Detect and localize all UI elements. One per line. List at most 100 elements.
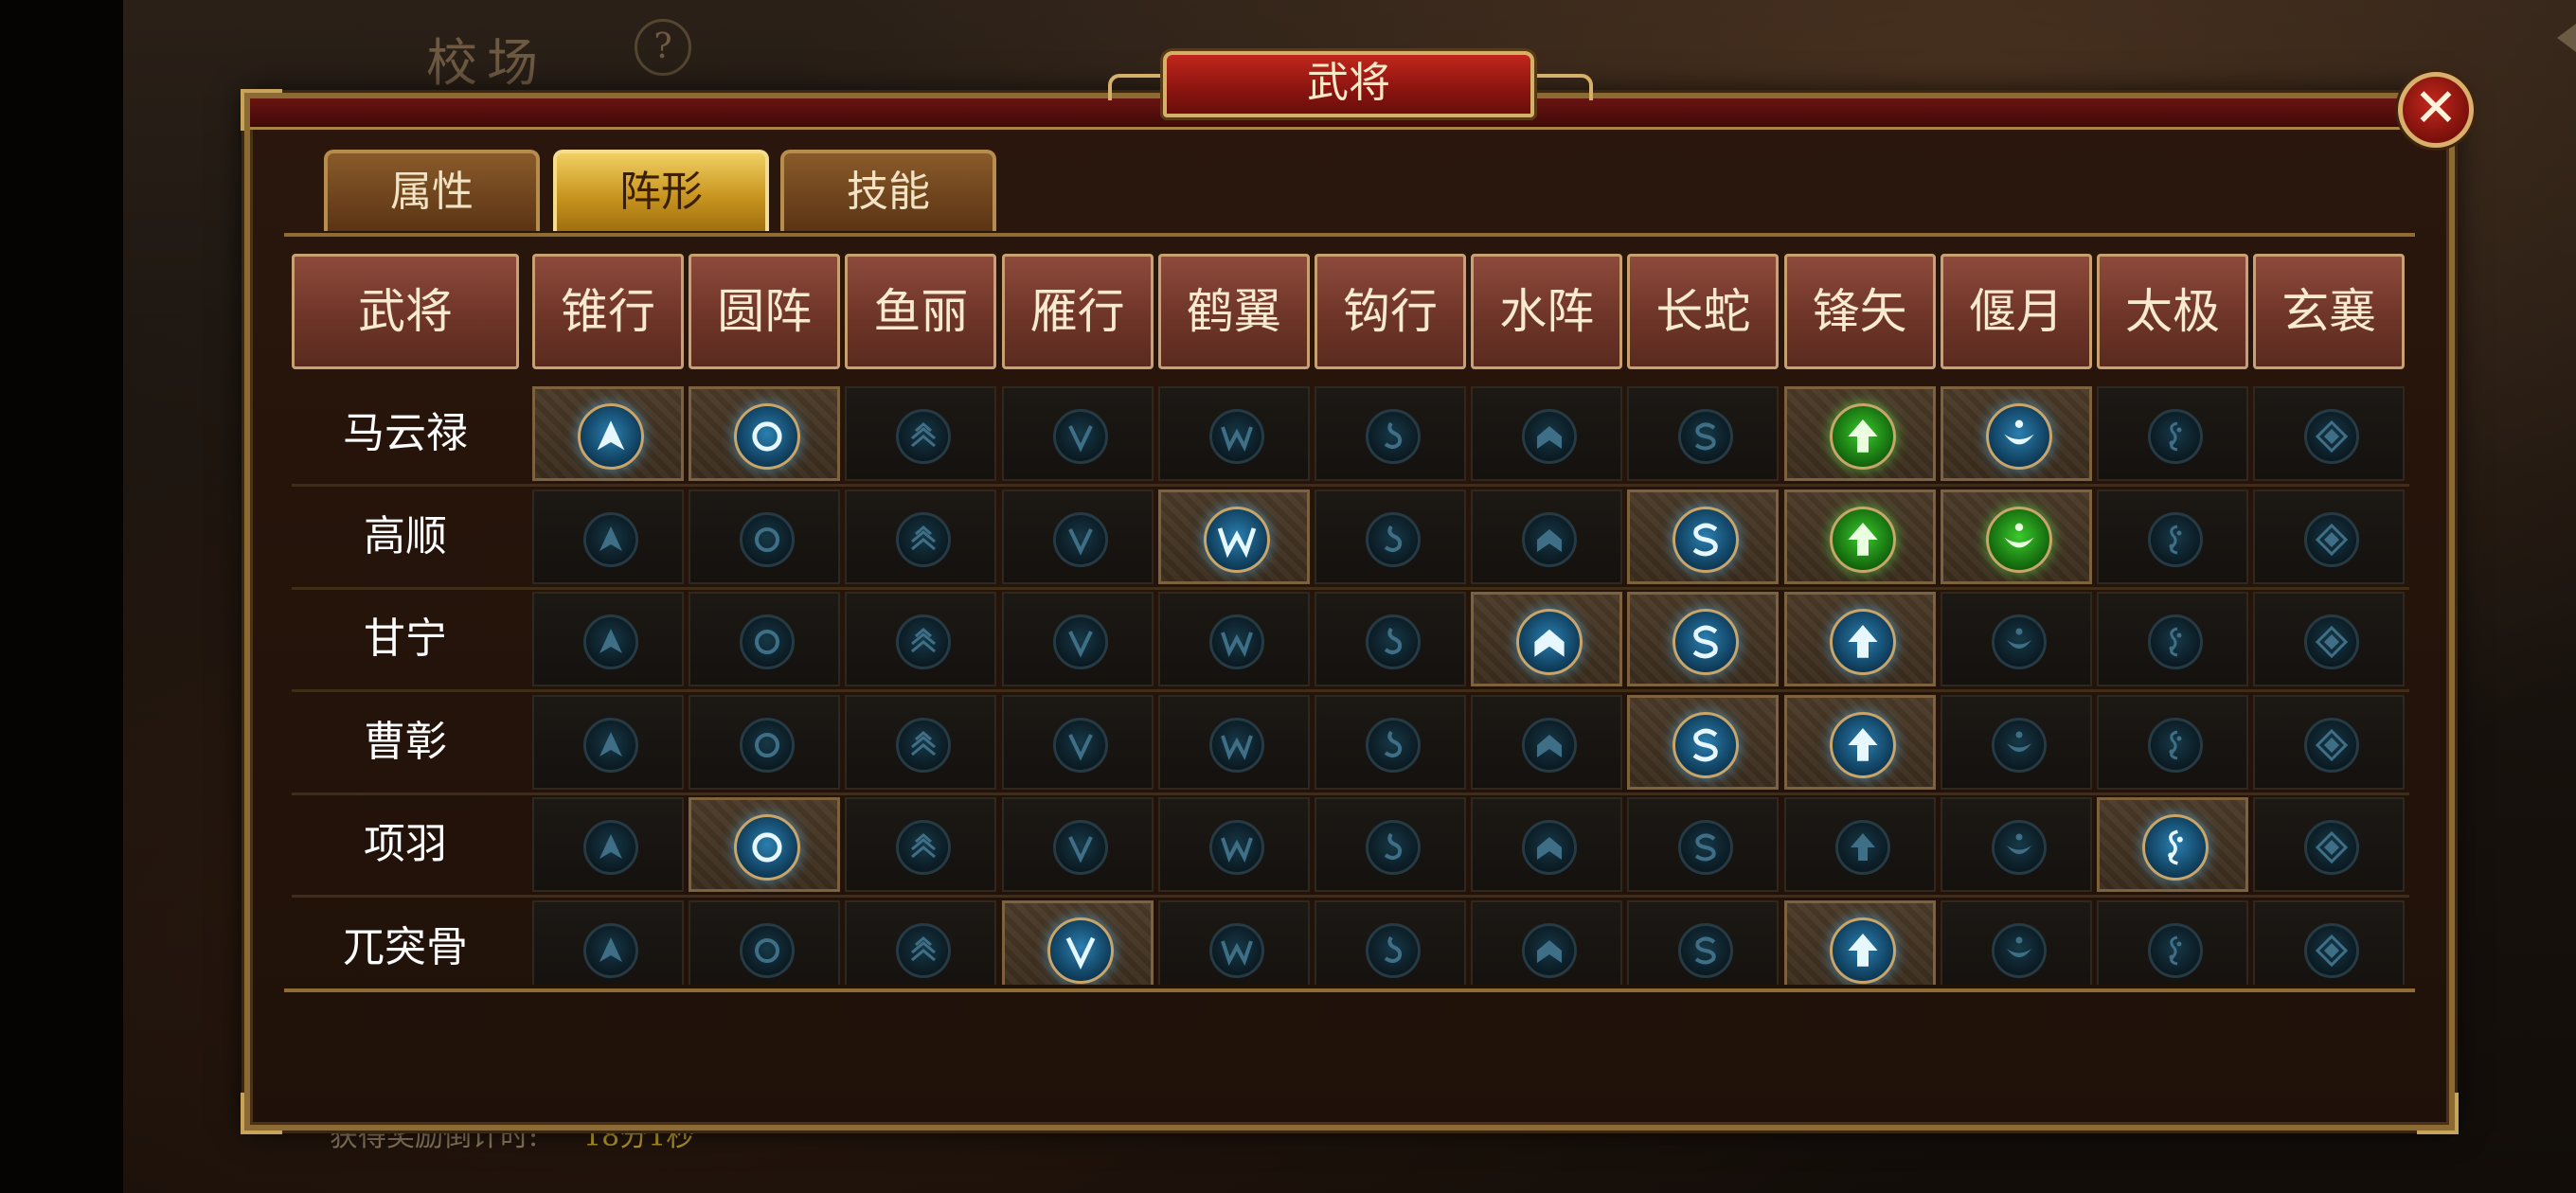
formation-cell[interactable]: [1157, 592, 1310, 686]
formation-cell[interactable]: [1940, 592, 2092, 686]
crescent-icon: [1991, 820, 2047, 875]
formation-cell[interactable]: [845, 386, 997, 481]
formation-cell[interactable]: [1783, 899, 1936, 985]
formation-cell[interactable]: [1783, 694, 1936, 790]
formation-cell[interactable]: [1471, 694, 1623, 790]
formation-cell[interactable]: [689, 592, 841, 686]
formation-cell[interactable]: [845, 592, 997, 686]
formation-cell[interactable]: [2097, 694, 2248, 790]
column-header-formation: 鹤翼: [1157, 254, 1310, 369]
formation-cell[interactable]: [532, 797, 684, 892]
formation-cell[interactable]: [532, 489, 684, 584]
general-row[interactable]: 曹彰: [292, 693, 2409, 792]
help-icon[interactable]: ?: [635, 19, 691, 76]
formation-cell[interactable]: [1940, 386, 2092, 481]
formation-cell[interactable]: [532, 592, 684, 686]
formation-cell[interactable]: [2097, 489, 2248, 584]
diamond-icon: [2304, 717, 2360, 773]
formation-cell[interactable]: [689, 899, 841, 985]
formation-cell[interactable]: [1157, 797, 1310, 892]
formation-cell[interactable]: [2097, 899, 2248, 985]
formation-cell[interactable]: [2097, 797, 2248, 892]
arrow-icon: [1834, 820, 1890, 875]
formation-cell[interactable]: [689, 797, 841, 892]
formation-cell[interactable]: [1315, 797, 1466, 892]
column-header-formation: 锥行: [532, 254, 684, 369]
formation-cell[interactable]: [2253, 489, 2406, 584]
formation-cell[interactable]: [689, 694, 841, 790]
formation-cell[interactable]: [845, 797, 997, 892]
formation-cell[interactable]: [1001, 489, 1154, 584]
formation-cell[interactable]: [1627, 489, 1780, 584]
general-row[interactable]: 项羽: [292, 795, 2409, 894]
ring-icon: [740, 717, 796, 773]
diamond-icon: [2304, 614, 2360, 669]
formation-cell[interactable]: [1627, 694, 1780, 790]
formation-cell[interactable]: [1157, 694, 1310, 790]
formation-cell[interactable]: [1471, 797, 1623, 892]
formation-cell[interactable]: [2253, 694, 2406, 790]
formation-cell[interactable]: [1315, 592, 1466, 686]
tab-formation[interactable]: 阵形: [553, 150, 769, 231]
formation-cell[interactable]: [2253, 899, 2406, 985]
formation-cell[interactable]: [1001, 592, 1154, 686]
formation-cell[interactable]: [1940, 694, 2092, 790]
general-name: 马云禄: [343, 409, 468, 457]
formation-cell[interactable]: [689, 489, 841, 584]
formation-cell[interactable]: [1001, 694, 1154, 790]
formation-cell[interactable]: [1783, 592, 1936, 686]
hook-icon: [1366, 922, 1421, 978]
formation-cell[interactable]: [1627, 592, 1780, 686]
formation-cell[interactable]: [532, 694, 684, 790]
scene-title: 校场: [426, 33, 547, 93]
formation-cell[interactable]: [1315, 694, 1466, 790]
formation-cell[interactable]: [1001, 386, 1154, 481]
hook-icon: [1366, 820, 1421, 875]
formation-cell[interactable]: [1471, 386, 1623, 481]
formation-cell[interactable]: [1471, 489, 1623, 584]
formation-cell[interactable]: [845, 694, 997, 790]
general-row[interactable]: 马云禄: [292, 384, 2409, 483]
formation-cell[interactable]: [1001, 797, 1154, 892]
formation-cell[interactable]: [1315, 386, 1466, 481]
formation-cell[interactable]: [532, 899, 684, 985]
formation-cell[interactable]: [1940, 797, 2092, 892]
formation-cell[interactable]: [1627, 899, 1780, 985]
general-row[interactable]: 甘宁: [292, 590, 2409, 688]
formation-cell[interactable]: [2253, 797, 2406, 892]
formation-cell[interactable]: [1783, 386, 1936, 481]
formation-cell[interactable]: [1783, 797, 1936, 892]
s-snake-icon: [1673, 609, 1740, 675]
formation-cell[interactable]: [1627, 386, 1780, 481]
formation-cell[interactable]: [2253, 592, 2406, 686]
formation-cell[interactable]: [1940, 489, 2092, 584]
formation-cell[interactable]: [1471, 592, 1623, 686]
formation-cell[interactable]: [1940, 899, 2092, 985]
general-row[interactable]: 高顺: [292, 488, 2409, 586]
formation-cell[interactable]: [1783, 489, 1936, 584]
formation-cell[interactable]: [1627, 797, 1780, 892]
formation-cell[interactable]: [845, 899, 997, 985]
formation-cell[interactable]: [1157, 899, 1310, 985]
tab-skills[interactable]: 技能: [780, 150, 996, 231]
formation-cell[interactable]: [1157, 386, 1310, 481]
formation-cell[interactable]: [845, 489, 997, 584]
formation-cell[interactable]: [1315, 899, 1466, 985]
arrow-up-icon: [578, 403, 644, 470]
formation-cell[interactable]: [1157, 489, 1310, 584]
formation-cell[interactable]: [2253, 386, 2406, 481]
general-row[interactable]: 兀突骨: [292, 899, 2409, 985]
formation-cell[interactable]: [2097, 386, 2248, 481]
formation-cell[interactable]: [2097, 592, 2248, 686]
column-header-general: 武将: [292, 254, 519, 369]
back-arrow-icon[interactable]: [2551, 17, 2576, 64]
tab-attributes[interactable]: 属性: [324, 150, 540, 231]
v-shape-icon: [1046, 917, 1114, 984]
formation-cell[interactable]: [532, 386, 684, 481]
formation-cell[interactable]: [1315, 489, 1466, 584]
formation-cell[interactable]: [1471, 899, 1623, 985]
formation-cell[interactable]: [689, 386, 841, 481]
formation-cell[interactable]: [1001, 899, 1154, 985]
corner-ornament: [241, 89, 282, 131]
close-button[interactable]: ✕: [2398, 72, 2474, 148]
